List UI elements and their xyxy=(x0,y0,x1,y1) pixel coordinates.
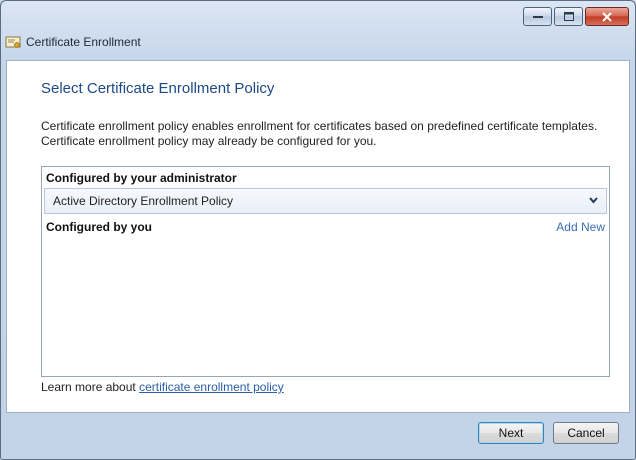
user-section-label: Configured by you xyxy=(46,220,152,234)
learn-more-text: Learn more about certificate enrollment … xyxy=(41,380,284,394)
window-title: Certificate Enrollment xyxy=(26,35,141,49)
maximize-button[interactable] xyxy=(554,7,583,26)
wizard-content: Select Certificate Enrollment Policy Cer… xyxy=(6,60,630,413)
title-bar: Certificate Enrollment xyxy=(1,32,635,54)
minimize-icon xyxy=(532,15,543,18)
policy-list: Configured by your administrator Active … xyxy=(41,166,610,377)
learn-more-link[interactable]: certificate enrollment policy xyxy=(139,380,284,394)
admin-section-label: Configured by your administrator xyxy=(46,171,237,185)
dialog-window: Certificate Enrollment Select Certificat… xyxy=(0,0,636,460)
next-button[interactable]: Next xyxy=(478,422,544,444)
chevron-down-icon[interactable] xyxy=(589,197,598,204)
add-new-link[interactable]: Add New xyxy=(556,220,605,234)
certificate-icon xyxy=(5,36,21,48)
close-button[interactable] xyxy=(585,7,629,26)
cancel-button[interactable]: Cancel xyxy=(553,422,619,444)
window-caption-buttons xyxy=(523,7,629,26)
page-description: Certificate enrollment policy enables en… xyxy=(41,119,621,149)
page-title: Select Certificate Enrollment Policy xyxy=(41,80,275,97)
minimize-button[interactable] xyxy=(523,7,552,26)
admin-policy-name: Active Directory Enrollment Policy xyxy=(53,194,234,208)
admin-policy-item[interactable]: Active Directory Enrollment Policy xyxy=(44,188,607,214)
close-icon xyxy=(602,11,612,22)
description-line-1: Certificate enrollment policy enables en… xyxy=(41,119,598,133)
maximize-icon xyxy=(563,12,574,21)
description-line-2: Certificate enrollment policy may alread… xyxy=(41,134,377,148)
learn-more-prefix: Learn more about xyxy=(41,380,140,394)
